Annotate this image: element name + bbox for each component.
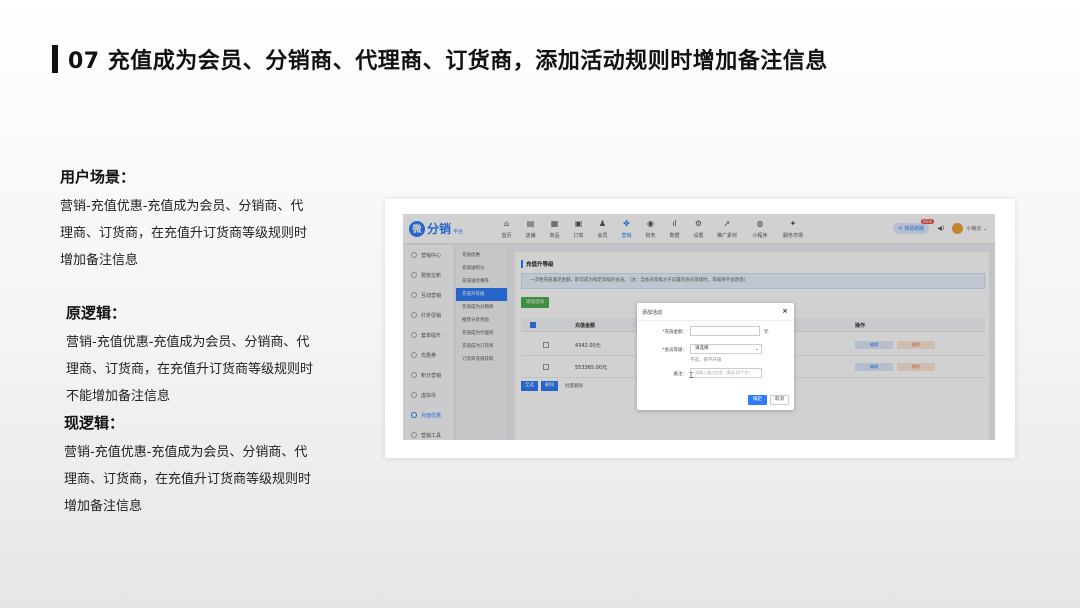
mouse-cursor-icon: ⌶: [689, 371, 694, 380]
new-logic-heading: 现逻辑：: [64, 414, 125, 432]
slide-title: 07 充值成为会员、分销商、代理商、订货商，添加活动规则时增加备注信息: [52, 43, 828, 75]
scenario-line: 理商、订货商，在充值升订货商等级规则时: [60, 226, 308, 241]
scenario-line: 增加备注信息: [60, 253, 139, 268]
level-hint: 不选，则不升级: [690, 358, 722, 363]
new-logic-line: 增加备注信息: [64, 499, 143, 514]
cancel-button[interactable]: 取消: [770, 395, 789, 405]
old-logic-heading: 原逻辑：: [66, 304, 127, 322]
amount-input[interactable]: [690, 326, 760, 336]
level-select-value: 请选择: [695, 346, 709, 351]
new-logic-body: 营销-充值优惠-充值成为会员、分销商、代 理商、订货商，在充值升订货商等级规则时…: [64, 439, 344, 520]
old-logic-line: 不能增加备注信息: [66, 389, 171, 404]
scenario-heading: 用户场景：: [60, 168, 136, 186]
dialog-title: 添加活动: [642, 310, 663, 316]
old-logic-line: 理商、订货商，在充值升订货商等级规则时: [66, 362, 314, 377]
amount-label: *充值金额：: [662, 330, 687, 335]
section-new-logic: 现逻辑： 营销-充值优惠-充值成为会员、分销商、代 理商、订货商，在充值升订货商…: [64, 412, 344, 520]
old-logic-body: 营销-充值优惠-充值成为会员、分销商、代 理商、订货商，在充值升订货商等级规则时…: [66, 329, 346, 410]
scenario-body: 营销-充值优惠-充值成为会员、分销商、代 理商、订货商，在充值升订货商等级规则时…: [60, 193, 340, 274]
section-scenario: 用户场景： 营销-充值优惠-充值成为会员、分销商、代 理商、订货商，在充值升订货…: [60, 166, 340, 274]
title-text: 07 充值成为会员、分销商、代理商、订货商，添加活动规则时增加备注信息: [68, 49, 828, 74]
close-icon[interactable]: ×: [782, 307, 788, 315]
section-old-logic: 原逻辑： 营销-充值优惠-充值成为会员、分销商、代 理商、订货商，在充值升订货商…: [66, 302, 346, 410]
old-logic-line: 营销-充值优惠-充值成为会员、分销商、代: [66, 335, 310, 350]
screenshot-frame: 微 分销 平台 ⌂ 首页 ▤ 店铺 ▦ 商品 ▣ 订单 ♟ 会员 ✤ 营销 ◉ 财务 ıl 数据…: [385, 199, 1015, 458]
level-select[interactable]: 请选择 ⌄: [690, 344, 762, 354]
new-logic-line: 理商、订货商，在充值升订货商等级规则时: [64, 472, 312, 487]
note-input[interactable]: 请输入备注信息（最多10个字）: [690, 368, 762, 378]
dialog-divider: [637, 320, 794, 321]
new-logic-line: 营销-充值优惠-充值成为会员、分销商、代: [64, 445, 308, 460]
scenario-line: 营销-充值优惠-充值成为会员、分销商、代: [60, 199, 304, 214]
level-label: *会员等级：: [662, 348, 687, 353]
app-screenshot: 微 分销 平台 ⌂ 首页 ▤ 店铺 ▦ 商品 ▣ 订单 ♟ 会员 ✤ 营销 ◉ 财务 ıl 数据…: [403, 214, 995, 440]
amount-unit: 元: [764, 330, 769, 335]
chevron-down-icon: ⌄: [754, 346, 759, 352]
confirm-button[interactable]: 确定: [748, 395, 767, 405]
add-activity-dialog: 添加活动 × *充值金额： 元 *会员等级： 请选择 ⌄ 不选，则不升级 备注：…: [637, 303, 794, 410]
note-label: 备注：: [673, 372, 688, 377]
title-accent-bar: [52, 45, 58, 73]
